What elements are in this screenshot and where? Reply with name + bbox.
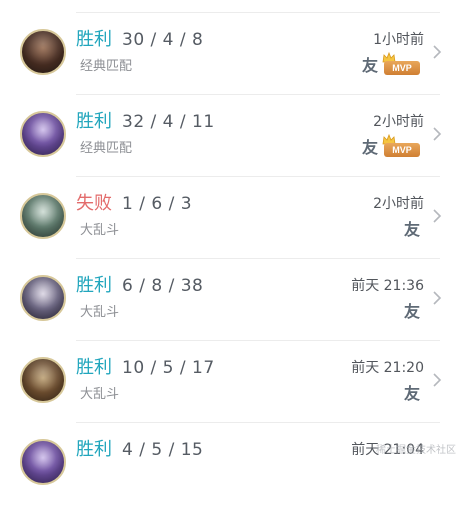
match-result: 胜利 [76,29,112,50]
friend-badge: 友 [403,384,420,403]
match-result: 胜利 [76,439,112,460]
hero-avatar [20,439,66,485]
badges: 友 [404,299,420,325]
kda-score: 6 / 8 / 38 [122,276,204,296]
match-row[interactable]: 失败 1 / 6 / 3 大乱斗 2小时前 友 [0,177,460,259]
match-row[interactable]: 胜利 10 / 5 / 17 大乱斗 前天 21:20 友 [0,341,460,423]
kda-score: 4 / 5 / 15 [122,440,204,460]
chevron-right-icon [433,209,442,223]
badges: 友 MVP [361,51,420,79]
hero-avatar [20,275,66,321]
match-row[interactable]: 胜利 30 / 4 / 8 经典匹配 1小时前 友 MVP [0,13,460,95]
match-result: 胜利 [76,275,112,296]
kda-score: 32 / 4 / 11 [122,112,215,132]
match-row[interactable]: 胜利 4 / 5 / 15 前天 21:04 [0,423,460,505]
friend-badge: 友 [403,302,420,321]
badges: 友 [404,381,420,407]
match-time: 2小时前 [373,114,424,130]
match-time: 前天 21:20 [351,360,424,376]
game-mode: 大乱斗 [80,305,120,320]
match-history-list: 胜利 30 / 4 / 8 经典匹配 1小时前 友 MVP 胜利 32 / 4 … [0,0,460,485]
game-mode: 经典匹配 [80,59,133,74]
match-result: 胜利 [76,357,112,378]
game-mode: 大乱斗 [80,223,120,238]
chevron-right-icon [433,373,442,387]
hero-avatar [20,111,66,157]
match-time: 前天 21:36 [351,278,424,294]
mvp-label: MVP [384,61,420,75]
chevron-right-icon [433,127,442,141]
friend-badge: 友 [361,56,378,75]
mvp-label: MVP [384,143,420,157]
game-mode: 大乱斗 [80,387,120,402]
kda-score: 10 / 5 / 17 [122,358,215,378]
match-time: 1小时前 [373,32,424,48]
match-row[interactable]: 胜利 6 / 8 / 38 大乱斗 前天 21:36 友 [0,259,460,341]
match-row[interactable]: 胜利 32 / 4 / 11 经典匹配 2小时前 友 MVP [0,95,460,177]
mvp-badge: MVP [382,133,420,157]
hero-avatar [20,357,66,403]
badges: 友 MVP [361,133,420,161]
match-result: 胜利 [76,111,112,132]
match-time: 2小时前 [373,196,424,212]
kda-score: 30 / 4 / 8 [122,30,204,50]
badges: 友 [404,217,420,243]
friend-badge: 友 [361,138,378,157]
chevron-right-icon [433,45,442,59]
kda-score: 1 / 6 / 3 [122,194,193,214]
game-mode: 经典匹配 [80,141,133,156]
friend-badge: 友 [403,220,420,239]
chevron-right-icon [433,291,442,305]
hero-avatar [20,29,66,75]
match-result: 失败 [76,193,112,214]
mvp-badge: MVP [382,51,420,75]
watermark: 稀土掘金技术社区 [376,445,456,456]
hero-avatar [20,193,66,239]
